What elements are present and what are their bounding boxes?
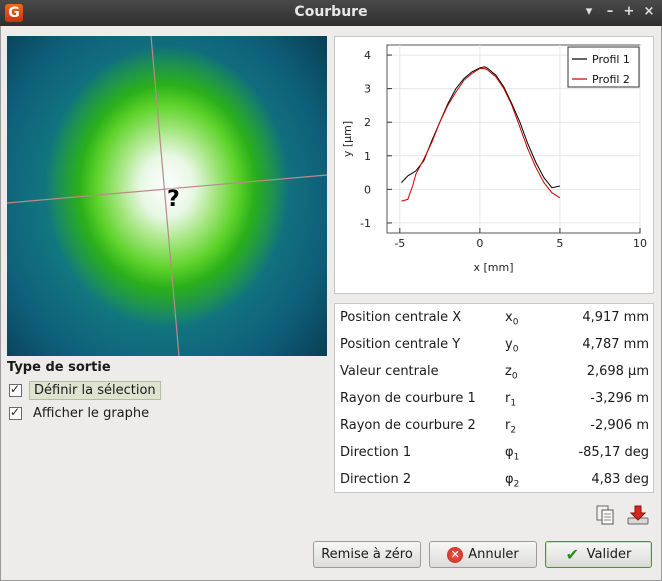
reset-button[interactable]: Remise à zéro (313, 541, 421, 568)
result-symbol-letter: x (505, 310, 513, 325)
y-tick-label: 3 (364, 83, 371, 96)
y-tick-label: 4 (364, 49, 371, 62)
show-graph-label[interactable]: Afficher le graphe (29, 405, 153, 422)
result-row: Valeur centrale z0 2,698 μm (335, 359, 653, 386)
x-tick-label: 0 (476, 237, 483, 250)
result-value: -3,296 m (590, 391, 649, 406)
close-button[interactable]: × (640, 3, 658, 21)
result-label: Rayon de courbure 2 (340, 418, 476, 433)
result-label: Valeur centrale (340, 364, 439, 379)
result-symbol-subscript: 0 (511, 371, 518, 382)
output-type-title: Type de sortie (7, 360, 111, 375)
result-symbol-subscript: 0 (512, 344, 519, 355)
result-symbol-subscript: 2 (510, 425, 517, 436)
result-row: Position centrale X x0 4,917 mm (335, 305, 653, 332)
result-symbol-letter: y (505, 337, 513, 352)
result-label: Position centrale Y (340, 337, 461, 352)
show-graph-checkbox[interactable] (9, 405, 22, 420)
results-table: Position centrale Xx0 4,917 mm Position ce… (334, 303, 654, 493)
define-selection-checkbox[interactable] (9, 382, 22, 397)
cancel-button[interactable]: ✕ Annuler (429, 541, 537, 568)
x-tick-label: 5 (556, 237, 563, 250)
save-icon[interactable] (626, 503, 650, 527)
result-row: Position centrale Y y0 4,787 mm (335, 332, 653, 359)
result-symbol-subscript: 0 (512, 317, 519, 328)
result-symbol: x0 (505, 310, 518, 328)
y-axis-label: y [μm] (341, 121, 354, 157)
cancel-icon: ✕ (447, 546, 464, 563)
result-symbol-subscript: 1 (510, 398, 517, 409)
graph-panel[interactable]: -5 0 5 10 -1 0 1 2 3 4 x [mm] y [μm] Profil 1 Profil … (334, 36, 654, 294)
result-value: 4,83 deg (591, 472, 649, 487)
legend-label: Profil 2 (592, 73, 630, 86)
y-tick-label: 0 (364, 183, 371, 196)
checkmark-icon: ✔ (565, 544, 580, 564)
result-symbol: z0 (505, 364, 518, 382)
result-symbol: φ2 (505, 472, 519, 490)
result-value: 4,787 mm (582, 337, 649, 352)
profile-graph[interactable]: -5 0 5 10 -1 0 1 2 3 4 x [mm] y [μm] Profil 1 Profil … (335, 37, 653, 293)
result-symbol: r2 (505, 418, 516, 436)
show-graph-row[interactable]: Afficher le graphe (9, 403, 153, 423)
ok-button[interactable]: ✔ Valider (545, 541, 652, 568)
result-label: Rayon de courbure 1 (340, 391, 476, 406)
result-label: Direction 1 (340, 445, 412, 460)
copy-icon[interactable] (593, 503, 617, 527)
image-preview[interactable]: ? (7, 36, 327, 356)
result-symbol: r1 (505, 391, 516, 409)
y-tick-label: -1 (360, 217, 371, 230)
result-value: -2,906 m (590, 418, 649, 433)
x-tick-label: 10 (633, 237, 647, 250)
result-row: Rayon de courbure 2 r2 -2,906 m (335, 413, 653, 440)
x-axis-label: x [mm] (473, 261, 513, 274)
cancel-button-label: Annuler (468, 547, 519, 562)
cursor-icon: ? (167, 187, 180, 212)
define-selection-label[interactable]: Définir la sélection (29, 380, 161, 400)
define-selection-row[interactable]: Définir la sélection (9, 380, 161, 400)
result-symbol-subscript: 2 (513, 479, 520, 490)
result-row: Direction 1 φ1 -85,17 deg (335, 440, 653, 467)
result-symbol-letter: φ (505, 472, 514, 487)
window-menu-button[interactable]: ▾ (580, 3, 598, 21)
result-symbol: φ1 (505, 445, 519, 463)
result-value: 4,917 mm (582, 310, 649, 325)
legend-label: Profil 1 (592, 53, 630, 66)
result-symbol-letter: φ (505, 445, 514, 460)
y-tick-label: 1 (364, 150, 371, 163)
x-tick-label: -5 (394, 237, 405, 250)
reset-button-label: Remise à zéro (321, 547, 413, 562)
window-title: Courbure (294, 4, 368, 20)
ok-button-label: Valider (586, 547, 632, 562)
result-row: Rayon de courbure 1 r1 -3,296 m (335, 386, 653, 413)
result-symbol-subscript: 1 (513, 452, 520, 463)
result-row: Direction 2 φ2 4,83 deg (335, 467, 653, 494)
y-tick-label: 2 (364, 116, 371, 129)
maximize-button[interactable]: + (620, 3, 638, 21)
result-value: 2,698 μm (586, 364, 649, 379)
title-bar: G Courbure ▾ – + × (0, 0, 662, 26)
result-label: Direction 2 (340, 472, 412, 487)
minimize-button[interactable]: – (601, 3, 619, 21)
result-symbol-letter: z (505, 364, 512, 379)
result-symbol: y0 (505, 337, 518, 355)
result-label: Position centrale X (340, 310, 462, 325)
result-value: -85,17 deg (578, 445, 649, 460)
